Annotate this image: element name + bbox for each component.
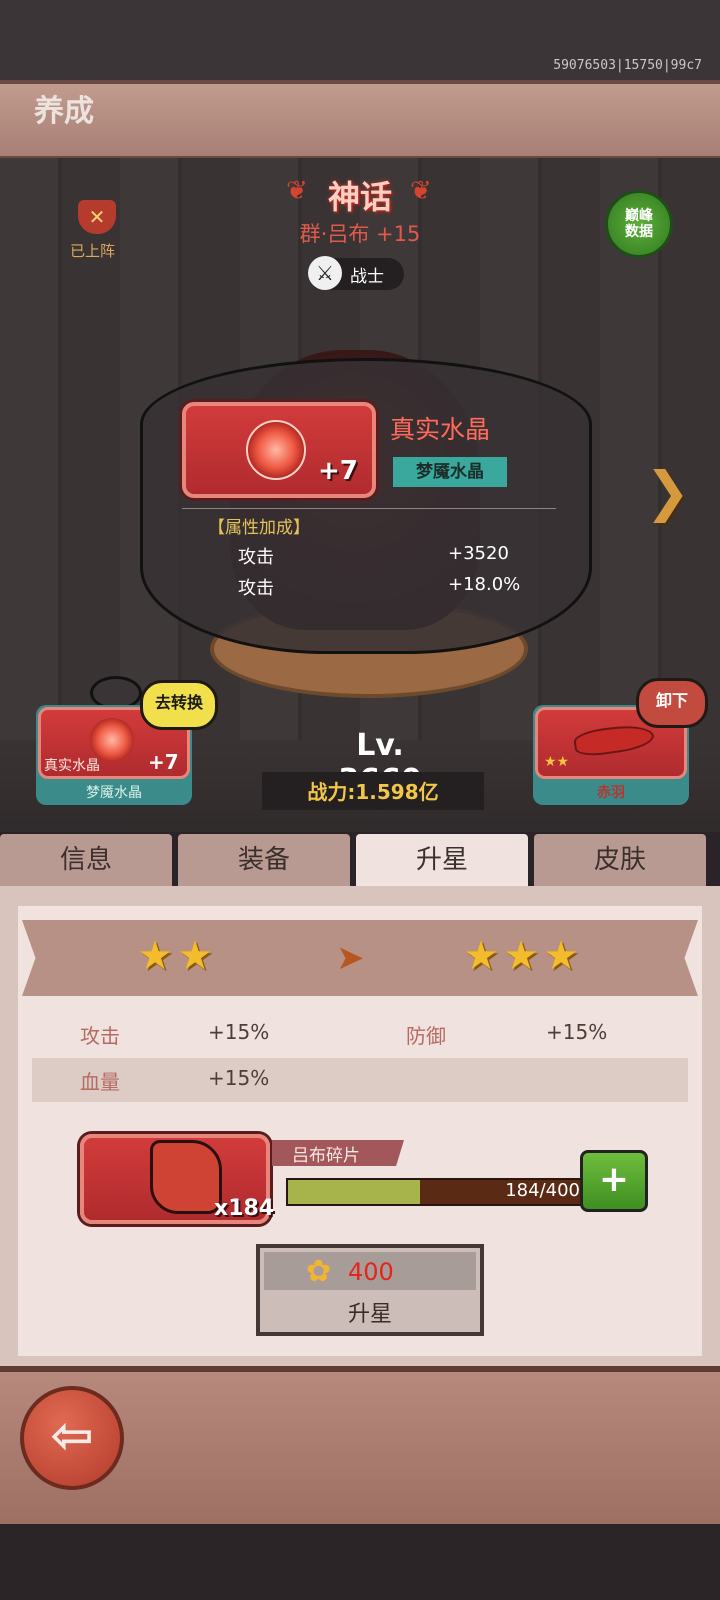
shard-name: 吕布碎片 — [292, 1146, 360, 1166]
bonus-value: +3520 — [448, 543, 509, 564]
crystal-enhance-level: +7 — [318, 456, 358, 486]
bonus-label: 攻击 — [238, 547, 274, 568]
bonus-label: 攻击 — [238, 578, 274, 599]
add-shard-button[interactable]: + — [580, 1150, 648, 1212]
upgrade-label: 升星 — [347, 1302, 392, 1327]
stat-value-defense: +15% — [546, 1020, 608, 1044]
tab-skin[interactable]: 皮肤 — [534, 834, 706, 886]
crystal-name: 真实水晶 — [390, 415, 491, 444]
deployed-label: 已上阵 — [70, 242, 116, 260]
crystal-type-tag: 梦魇水晶 — [393, 457, 507, 487]
unequip-button[interactable]: 卸下 — [636, 678, 708, 728]
footer-area — [0, 1524, 720, 1600]
shard-count: x184 — [214, 1196, 275, 1221]
shard-progress-fill — [288, 1180, 420, 1204]
warrior-icon: ⚔ — [308, 256, 342, 290]
weapon-name: 赤羽 — [597, 785, 625, 801]
stat-row-highlight — [32, 1058, 688, 1102]
crystal-slot-level: +7 — [148, 750, 179, 774]
bonus-value: +18.0% — [448, 574, 521, 595]
peak-data-button[interactable]: 巅峰 数据 — [605, 190, 673, 258]
star-icon: ★ — [543, 933, 579, 979]
hero-name: 群·吕布 +15 — [299, 222, 421, 246]
tab-info[interactable]: 信息 — [0, 834, 172, 886]
class-label: 战士 — [350, 267, 384, 287]
star-icon: ★ — [463, 933, 499, 979]
tooltip-divider — [182, 508, 556, 509]
star-icon: ★ — [177, 933, 213, 979]
back-arrow-icon: ⇦ — [50, 1406, 94, 1466]
stat-label-attack: 攻击 — [80, 1024, 120, 1048]
shard-progress-text: 184/400 — [505, 1180, 580, 1201]
combat-power: 战力:1.598亿 — [307, 780, 439, 804]
header-bar — [0, 80, 720, 162]
convert-button[interactable]: 去转换 — [140, 680, 218, 730]
stat-label-defense: 防御 — [406, 1024, 446, 1048]
back-button[interactable]: ⇦ — [20, 1386, 124, 1490]
build-id-text: 59076503|15750|99c7 — [553, 58, 702, 73]
next-hero-arrow-icon[interactable]: ❯ — [645, 460, 690, 523]
tab-equipment[interactable]: 装备 — [178, 834, 350, 886]
stat-label-hp: 血量 — [80, 1070, 120, 1094]
laurel-right-icon: ❦ — [410, 176, 432, 206]
tab-star-upgrade[interactable]: 升星 — [356, 834, 528, 886]
rarity-title: 神话 — [327, 178, 392, 216]
crystal-slot-name: 真实水晶 — [44, 758, 100, 774]
stat-value-attack: +15% — [208, 1020, 270, 1044]
star-icon: ★ — [137, 933, 173, 979]
deployed-badge-icon: ✕ — [78, 200, 116, 234]
stat-value-hp: +15% — [208, 1066, 270, 1090]
star-icon: ★ — [503, 933, 539, 979]
upgrade-arrow-icon: ➤ — [336, 938, 365, 978]
crystal-icon — [246, 420, 306, 480]
hero-shard-icon — [150, 1140, 222, 1214]
weapon-stars: ★★ — [544, 754, 570, 770]
crystal-slot-type: 梦魇水晶 — [86, 785, 142, 801]
bonus-title: 【属性加成】 — [208, 518, 310, 538]
peak-data-label: 巅峰 数据 — [625, 208, 653, 240]
upgrade-cost: 400 — [348, 1258, 394, 1286]
page-title: 养成 — [34, 94, 94, 129]
gold-coin-icon: ✿ — [306, 1254, 332, 1289]
